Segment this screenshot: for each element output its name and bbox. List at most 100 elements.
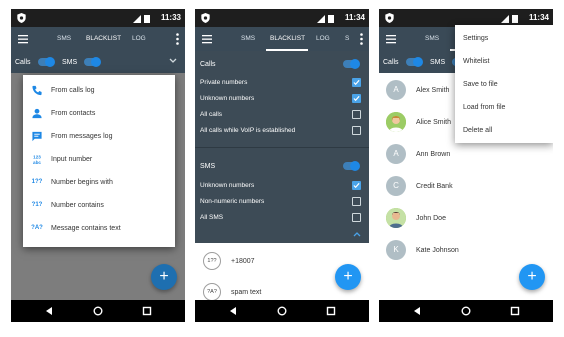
menu-icon[interactable] (386, 34, 396, 44)
recents-icon[interactable] (510, 306, 520, 316)
setting-label: All calls while VoIP is established (200, 127, 296, 134)
setting-non-numeric-numbers[interactable]: Non-numeric numbers (195, 194, 369, 210)
menu-icon[interactable] (202, 34, 212, 44)
add-to-blacklist-dialog: From calls log From contacts From messag… (23, 75, 175, 247)
checkbox[interactable] (352, 213, 361, 222)
shield-icon (385, 13, 394, 23)
tab-log[interactable]: LOG (132, 34, 146, 44)
menu-item-load-from-file[interactable]: Load from file (463, 103, 505, 112)
menu-item-from-calls-log[interactable]: From calls log (23, 79, 175, 102)
list-item[interactable]: K Kate Johnson (379, 235, 553, 267)
menu-item-settings[interactable]: Settings (463, 34, 488, 43)
setting-label: All calls (200, 111, 223, 118)
setting-all-calls-voip[interactable]: All calls while VoIP is established (195, 123, 369, 139)
back-icon[interactable] (228, 306, 238, 316)
tab-s[interactable]: S (345, 34, 349, 44)
filter-calls-label: Calls (383, 59, 399, 66)
menu-item-label: Number begins with (51, 179, 113, 186)
avatar-photo (386, 112, 406, 132)
setting-sms-unknown-numbers[interactable]: Unknown numbers (195, 178, 369, 194)
add-fab-button[interactable]: + (335, 264, 361, 290)
filter-sms-label: SMS (62, 59, 78, 66)
chevron-down-icon[interactable] (169, 58, 177, 64)
contact-name: Alice Smith (416, 119, 452, 126)
menu-item-label: From contacts (51, 110, 96, 117)
tab-sms[interactable]: SMS (57, 34, 71, 44)
signal-icon (317, 15, 334, 23)
calls-toggle[interactable] (38, 57, 55, 67)
recents-icon[interactable] (326, 306, 336, 316)
sms-toggle[interactable] (84, 57, 101, 67)
menu-item-from-contacts[interactable]: From contacts (23, 102, 175, 125)
home-icon[interactable] (461, 306, 471, 316)
list-item[interactable]: John Doe (379, 203, 553, 235)
menu-item-whitelist[interactable]: Whitelist (463, 57, 489, 66)
contact-name: Credit Bank (416, 183, 453, 190)
navigation-bar (11, 300, 185, 322)
setting-all-sms[interactable]: All SMS (195, 210, 369, 226)
overflow-menu: Settings Whitelist Save to file Load fro… (455, 25, 553, 143)
status-bar: 11:34 (195, 9, 369, 27)
more-options-icon[interactable] (360, 33, 363, 45)
menu-item-delete-all[interactable]: Delete all (463, 126, 492, 135)
back-icon[interactable] (412, 306, 422, 316)
checkbox[interactable] (352, 78, 361, 87)
menu-item-number-begins-with[interactable]: 1?? Number begins with (23, 171, 175, 194)
setting-private-numbers[interactable]: Private numbers (195, 75, 369, 91)
setting-unknown-numbers[interactable]: Unknown numbers (195, 91, 369, 107)
more-options-icon[interactable] (176, 33, 179, 45)
back-icon[interactable] (44, 306, 54, 316)
menu-item-input-number[interactable]: 123 abc Input number (23, 148, 175, 171)
checkbox[interactable] (352, 126, 361, 135)
menu-item-label: Message contains text (51, 225, 121, 232)
home-icon[interactable] (93, 306, 103, 316)
setting-label: Non-numeric numbers (200, 198, 265, 205)
status-time: 11:33 (160, 13, 181, 22)
tab-blacklist[interactable]: BLACKLIST (86, 34, 121, 44)
status-time: 11:34 (528, 13, 549, 22)
recents-icon[interactable] (142, 306, 152, 316)
add-fab-button[interactable]: + (519, 264, 545, 290)
menu-item-number-contains[interactable]: ?1? Number contains (23, 194, 175, 217)
tab-sms[interactable]: SMS (241, 34, 255, 44)
person-icon (32, 108, 42, 119)
checkbox[interactable] (352, 110, 361, 119)
phone-screen-add-dialog: 11:33 SMS BLACKLIST LOG Calls SMS From c… (11, 9, 185, 322)
tab-log[interactable]: LOG (316, 34, 330, 44)
signal-icon (501, 15, 518, 23)
phone-screen-blacklist-settings: 11:34 SMS BLACKLIST LOG S Calls Private … (195, 9, 369, 322)
add-fab-button[interactable]: + (151, 264, 177, 290)
avatar: K (386, 240, 406, 260)
sms-section-toggle[interactable] (343, 161, 360, 171)
text-contains-icon: ?A? (203, 283, 221, 301)
menu-item-from-messages-log[interactable]: From messages log (23, 125, 175, 148)
menu-item-save-to-file[interactable]: Save to file (463, 80, 498, 89)
tab-blacklist[interactable]: BLACKLIST (270, 34, 305, 44)
checkbox[interactable] (352, 94, 361, 103)
home-icon[interactable] (277, 306, 287, 316)
list-item[interactable]: C Credit Bank (379, 171, 553, 203)
signal-icon (133, 15, 150, 23)
menu-icon[interactable] (18, 34, 28, 44)
checkbox[interactable] (352, 197, 361, 206)
number-contains-icon: ?1? (31, 202, 43, 208)
sms-section-header: SMS (195, 158, 369, 174)
message-icon (32, 131, 42, 142)
calls-toggle[interactable] (406, 57, 423, 67)
menu-item-label: From messages log (51, 133, 113, 140)
status-bar: 11:33 (11, 9, 185, 27)
menu-item-message-contains-text[interactable]: ?A? Message contains text (23, 217, 175, 240)
list-item[interactable]: A Ann Brown (379, 139, 553, 171)
svg-text:abc: abc (33, 160, 41, 165)
contact-name: Ann Brown (416, 151, 451, 158)
calls-section-toggle[interactable] (343, 59, 360, 69)
setting-label: All SMS (200, 214, 224, 221)
tab-sms[interactable]: SMS (425, 34, 439, 44)
menu-item-label: Number contains (51, 202, 104, 209)
chevron-up-icon[interactable] (353, 231, 361, 237)
filter-calls-label: Calls (15, 59, 31, 66)
setting-label: Unknown numbers (200, 95, 255, 102)
checkbox[interactable] (352, 181, 361, 190)
setting-all-calls[interactable]: All calls (195, 107, 369, 123)
rule-value: +18007 (231, 258, 255, 265)
